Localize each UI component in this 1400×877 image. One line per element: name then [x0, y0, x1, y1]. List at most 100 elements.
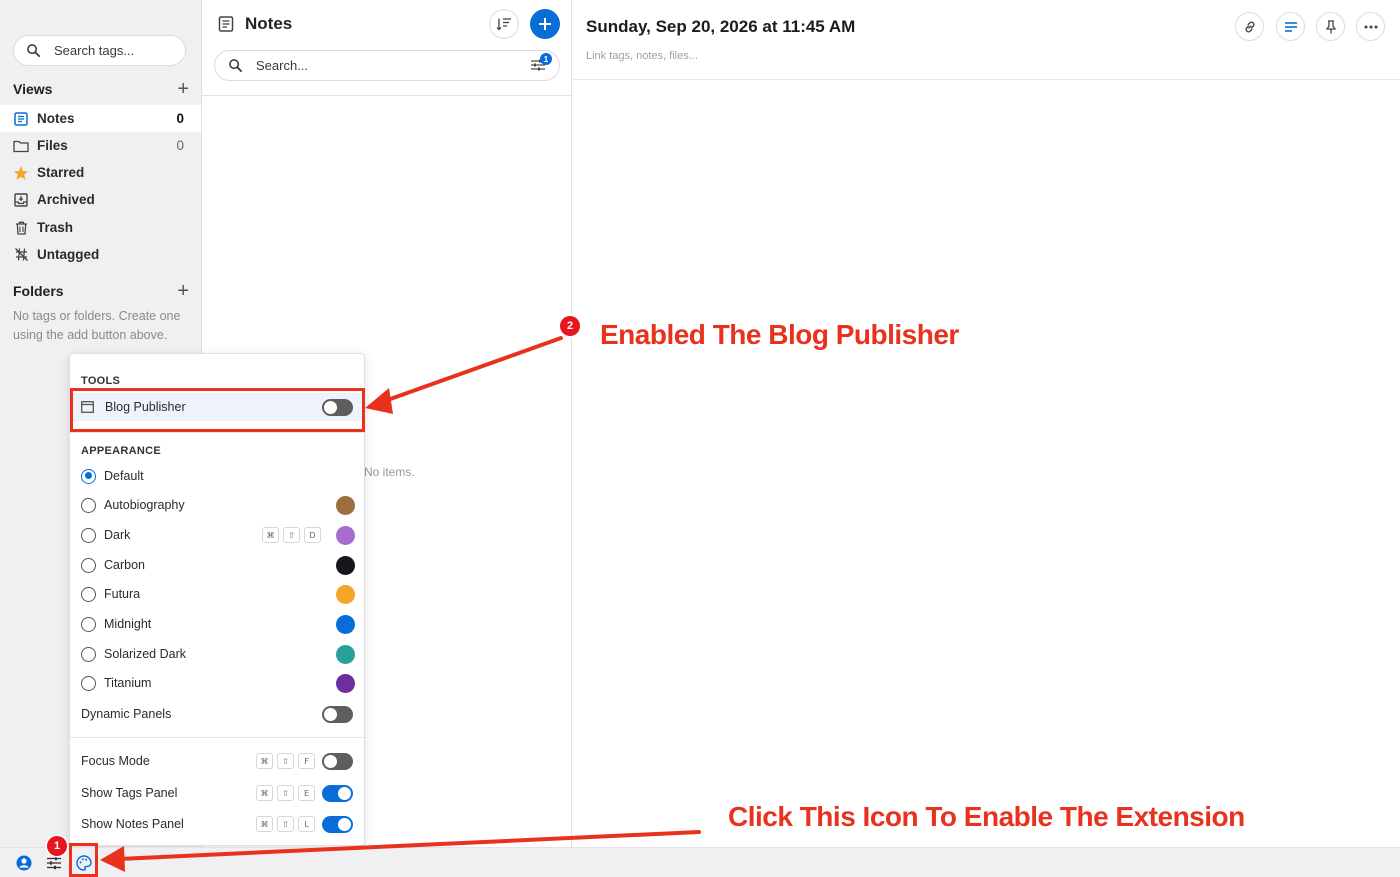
theme-color-swatch — [336, 673, 355, 693]
tools-label: TOOLS — [81, 375, 121, 387]
star-icon — [13, 165, 29, 181]
pin-button[interactable] — [1316, 12, 1345, 41]
sidebar-item-trash[interactable]: Trash — [0, 214, 201, 241]
sidebar-item-files[interactable]: Files 0 — [0, 132, 201, 159]
theme-futura[interactable]: Futura — [70, 580, 366, 608]
sliders-icon — [47, 856, 61, 870]
sidebar-item-untagged[interactable]: Untagged — [0, 241, 201, 268]
radio-unselected — [81, 586, 96, 602]
preferences-button[interactable] — [46, 855, 62, 871]
focus-mode-toggle[interactable] — [322, 752, 353, 770]
add-folder-button[interactable]: + — [177, 281, 189, 301]
radio-unselected — [81, 675, 96, 691]
note-title[interactable]: Sunday, Sep 20, 2026 at 11:45 AM — [586, 17, 855, 37]
account-button[interactable] — [16, 855, 32, 871]
key-shift: ⇧ — [277, 816, 294, 832]
show-notes-panel-label: Show Notes Panel — [81, 817, 184, 831]
theme-color-swatch — [336, 644, 355, 664]
theme-label: Titanium — [104, 676, 152, 690]
sidebar-item-starred[interactable]: Starred — [0, 159, 201, 186]
theme-color-swatch — [336, 525, 355, 545]
archive-icon — [13, 192, 29, 208]
link-button[interactable] — [1235, 12, 1264, 41]
text-lines-icon — [1284, 21, 1297, 32]
theme-midnight[interactable]: Midnight — [70, 610, 366, 638]
dynamic-panels-row[interactable]: Dynamic Panels — [70, 700, 366, 728]
key-cmd: ⌘ — [262, 527, 279, 543]
sidebar-item-label: Trash — [37, 220, 74, 235]
add-view-button[interactable]: + — [177, 79, 189, 99]
notes-search-input[interactable]: Search... — [214, 50, 560, 81]
notes-icon — [13, 111, 29, 127]
bottom-toolbar — [0, 847, 1400, 877]
tag-search-input[interactable]: Search tags... — [13, 35, 186, 66]
tag-search-placeholder: Search tags... — [54, 43, 135, 58]
plus-icon — [539, 18, 551, 30]
show-tags-panel-label: Show Tags Panel — [81, 786, 178, 800]
key-cmd: ⌘ — [256, 785, 273, 801]
untagged-icon — [13, 247, 29, 263]
theme-carbon[interactable]: Carbon — [70, 551, 366, 579]
filter-count-badge: 1 — [540, 53, 552, 65]
theme-dark[interactable]: Dark ⌘ ⇧ D — [70, 521, 366, 549]
key-letter: L — [298, 816, 315, 832]
shortcut-keys: ⌘ ⇧ D — [262, 527, 321, 543]
menu-divider — [70, 432, 366, 433]
key-letter: D — [304, 527, 321, 543]
theme-color-swatch — [336, 584, 355, 604]
focus-mode-row[interactable]: Focus Mode ⌘ ⇧ F — [70, 747, 366, 775]
annotation-box-blog-publisher — [70, 388, 365, 432]
radio-unselected — [81, 527, 96, 543]
theme-label: Futura — [104, 587, 141, 601]
show-notes-panel-toggle[interactable] — [322, 815, 353, 833]
show-tags-panel-row[interactable]: Show Tags Panel ⌘ ⇧ E — [70, 779, 366, 807]
files-count: 0 — [176, 138, 184, 153]
note-options-button[interactable] — [1276, 12, 1305, 41]
empty-list-text: No items. — [364, 465, 415, 479]
notes-divider — [202, 95, 572, 96]
sidebar-item-notes[interactable]: Notes 0 — [0, 105, 201, 132]
sidebar-item-label: Notes — [37, 111, 75, 126]
sidebar-item-label: Starred — [37, 165, 85, 180]
sidebar-item-archived[interactable]: Archived — [0, 186, 201, 213]
key-shift: ⇧ — [277, 753, 294, 769]
theme-label: Midnight — [104, 617, 152, 631]
more-options-button[interactable] — [1356, 12, 1385, 41]
folders-empty-text: No tags or folders. Create one using the… — [13, 309, 181, 342]
pin-icon — [1325, 19, 1336, 33]
sort-button[interactable] — [489, 9, 519, 39]
shortcut-keys: ⌘ ⇧ E — [256, 785, 315, 801]
notes-search-placeholder: Search... — [256, 58, 309, 73]
theme-titanium[interactable]: Titanium — [70, 669, 366, 697]
theme-default[interactable]: Default — [70, 462, 366, 490]
theme-autobiography[interactable]: Autobiography — [70, 491, 366, 519]
show-notes-panel-row[interactable]: Show Notes Panel ⌘ ⇧ L — [70, 810, 366, 838]
folder-icon — [13, 138, 29, 154]
sort-icon — [496, 18, 511, 31]
search-icon — [27, 44, 40, 57]
theme-solarized-dark[interactable]: Solarized Dark — [70, 640, 366, 668]
notes-count: 0 — [176, 111, 184, 126]
radio-unselected — [81, 616, 96, 632]
show-tags-panel-toggle[interactable] — [322, 784, 353, 802]
theme-label: Dark — [104, 528, 131, 542]
focus-mode-label: Focus Mode — [81, 754, 150, 768]
link-tags-input[interactable]: Link tags, notes, files... — [586, 50, 698, 62]
link-icon — [1244, 21, 1255, 32]
theme-color-swatch — [336, 495, 355, 515]
annotation-box-palette — [69, 843, 98, 877]
radio-unselected — [81, 646, 96, 662]
radio-unselected — [81, 557, 96, 573]
search-icon — [229, 59, 242, 72]
new-note-button[interactable] — [530, 9, 560, 39]
theme-color-swatch — [336, 614, 355, 634]
shortcut-keys: ⌘ ⇧ L — [256, 816, 315, 832]
dynamic-panels-toggle[interactable] — [322, 705, 353, 723]
notes-header: Notes — [218, 14, 292, 34]
folders-label: Folders — [13, 283, 64, 299]
sidebar-item-label: Untagged — [37, 247, 100, 262]
notes-list-icon — [218, 16, 234, 32]
key-letter: E — [298, 785, 315, 801]
editor-panel: Sunday, Sep 20, 2026 at 11:45 AM Link ta… — [573, 0, 1400, 847]
theme-color-swatch — [336, 555, 355, 575]
